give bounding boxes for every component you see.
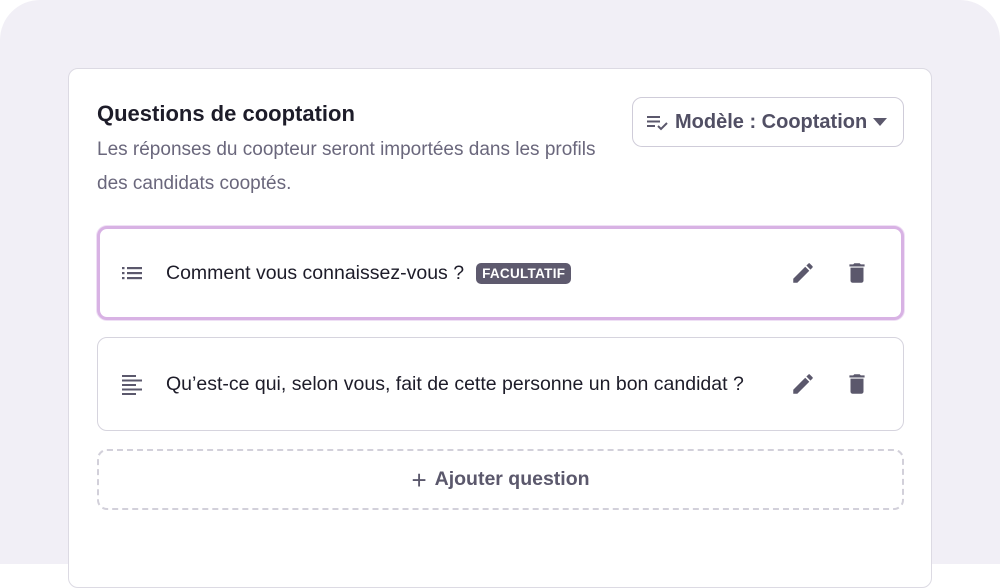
question-row[interactable]: Qu’est-ce qui, selon vous, fait de cette… [97, 337, 904, 431]
section-subtitle: Les réponses du coopteur seront importée… [97, 139, 596, 194]
checklist-icon [647, 116, 668, 131]
optional-badge: FACULTATIF [476, 262, 572, 284]
template-select-button[interactable]: Modèle : Cooptation [632, 97, 904, 147]
plus-icon: + [411, 464, 427, 495]
question-text: Comment vous connaissez-vous ? [166, 261, 465, 284]
caret-down-icon [873, 118, 887, 126]
add-question-label: Ajouter question [434, 468, 590, 490]
pencil-icon[interactable] [790, 371, 816, 397]
paragraph-icon [122, 375, 142, 395]
question-text: Qu’est-ce qui, selon vous, fait de cette… [166, 372, 744, 395]
trash-icon[interactable] [844, 260, 870, 286]
cooptation-questions-card: Questions de cooptation Les réponses du … [68, 68, 932, 588]
question-row[interactable]: Comment vous connaissez-vous ? FACULTATI… [97, 226, 904, 320]
section-title: Questions de cooptation [97, 101, 355, 126]
list-icon [122, 267, 142, 280]
template-select-label: Modèle : Cooptation [675, 110, 868, 133]
trash-icon[interactable] [844, 371, 870, 397]
app-background: Questions de cooptation Les réponses du … [0, 0, 1000, 588]
pencil-icon[interactable] [790, 260, 816, 286]
add-question-button[interactable]: + Ajouter question [97, 449, 904, 510]
